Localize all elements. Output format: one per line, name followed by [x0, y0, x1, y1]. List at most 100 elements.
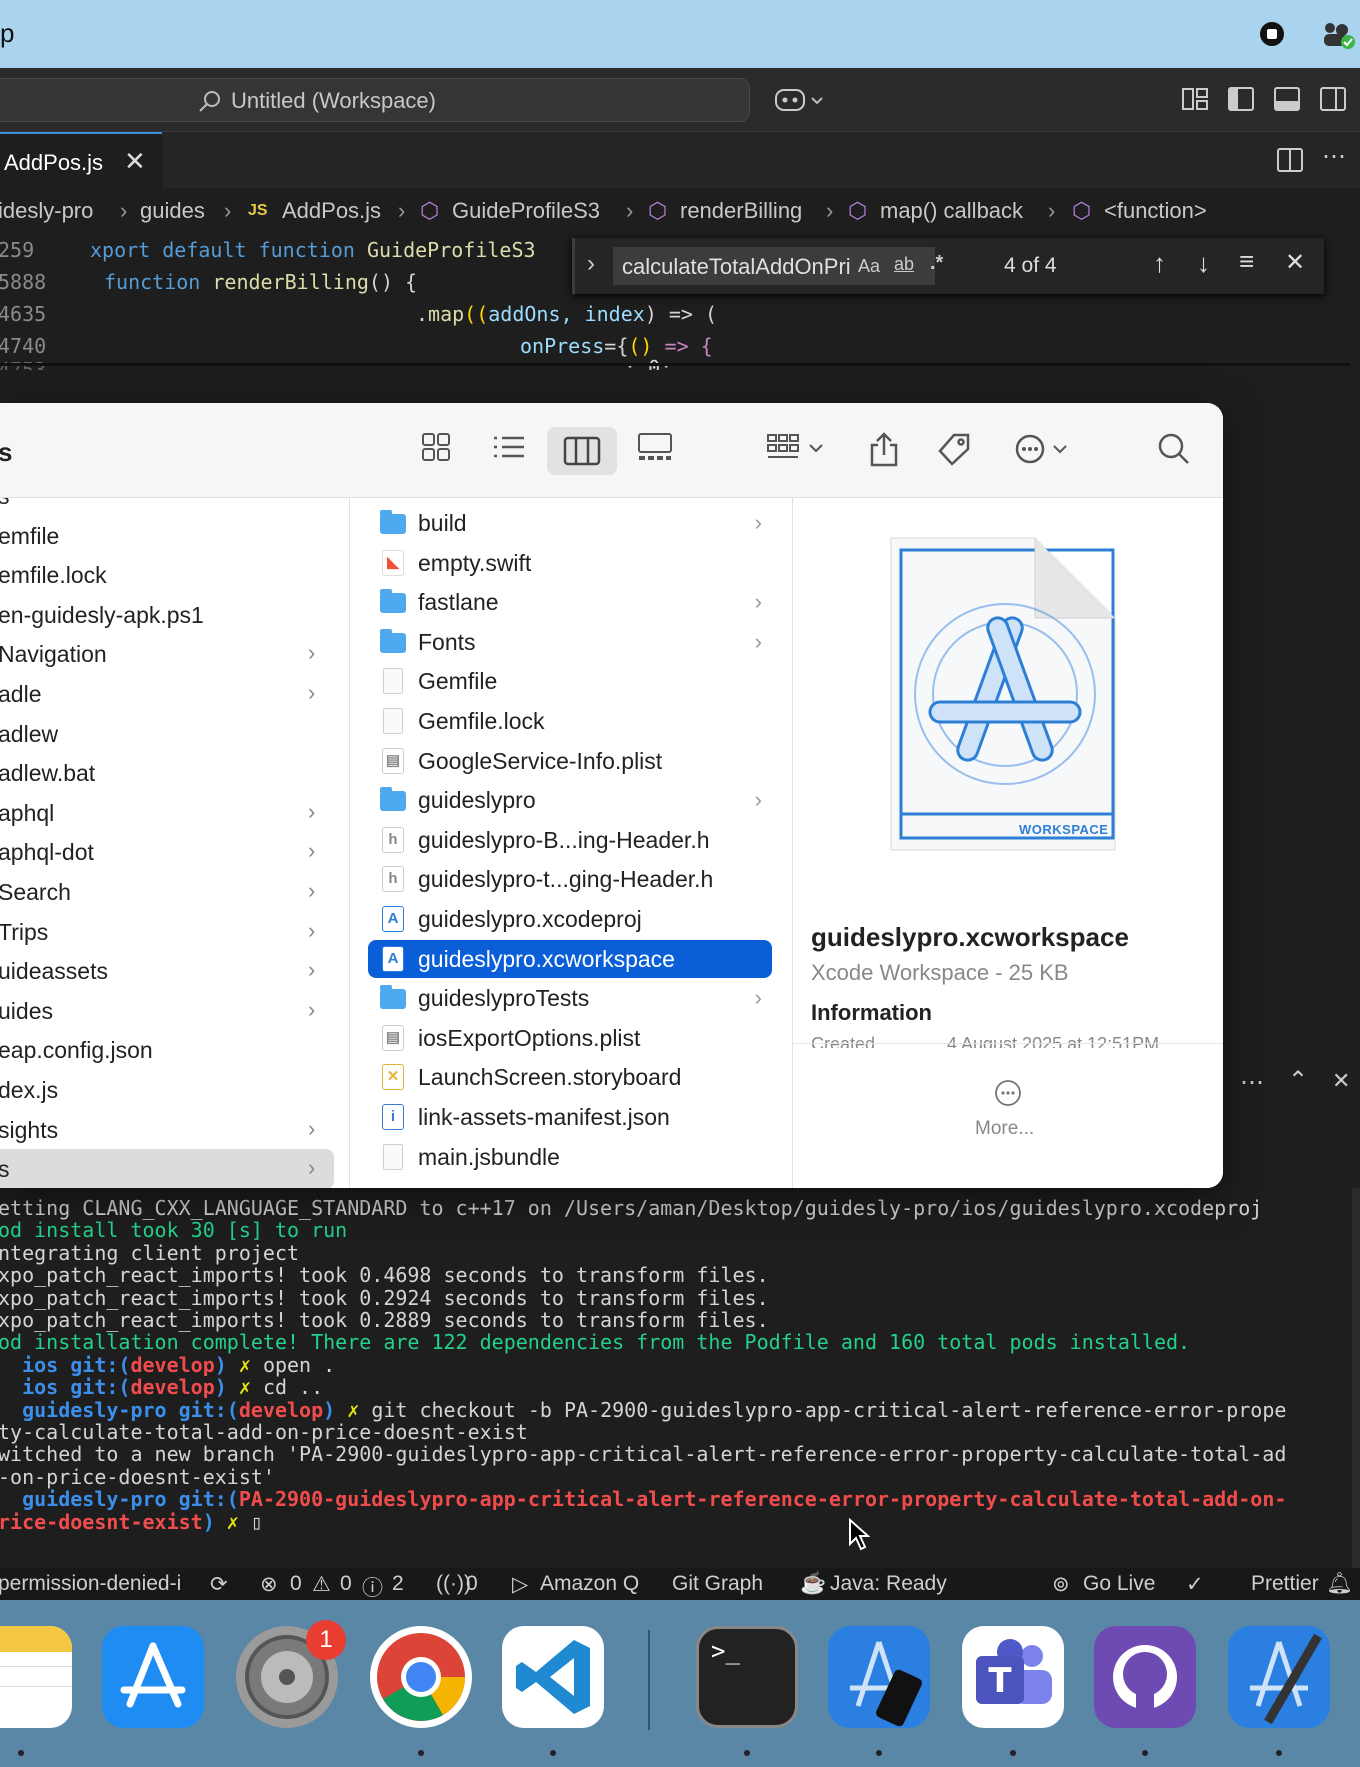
gallery-view-icon[interactable] [636, 431, 674, 471]
dock-notes-app[interactable] [0, 1626, 72, 1728]
dock-terminal-app[interactable]: >_ [696, 1626, 798, 1728]
match-case-toggle[interactable]: Aa [858, 256, 880, 277]
close-icon[interactable]: ✕ [124, 146, 146, 177]
finder-list-item[interactable]: adlew [0, 714, 349, 754]
finder-list-item[interactable]: adlew.bat [0, 753, 349, 793]
find-input[interactable]: calculateTotalAddOnPri Aa ab .* [613, 247, 943, 285]
finder-list-item[interactable]: dex.js [0, 1070, 349, 1110]
finder-list-item[interactable]: i link-assets-manifest.json [368, 1098, 772, 1136]
dock-github-desktop-app[interactable] [1094, 1626, 1196, 1728]
finder-list-item[interactable]: Gemfile.lock [368, 702, 772, 740]
finder-list-item[interactable]: h guideslypro-t...ging-Header.h [368, 860, 772, 898]
breadcrumb-item[interactable]: AddPos.js [282, 198, 381, 224]
dock-app-store-app[interactable] [102, 1626, 204, 1728]
dock-chrome-app[interactable] [370, 1626, 472, 1728]
finder-list-item[interactable]: h guideslypro-B...ing-Header.h [368, 821, 772, 859]
amazon-q-status[interactable]: Amazon Q [540, 1572, 639, 1596]
finder-list-item[interactable]: ▤ GoogleService-Info.plist [368, 742, 772, 780]
finder-list-item[interactable]: ▤ iosExportOptions.plist [368, 1019, 772, 1057]
finder-list-item[interactable]: adle › [0, 674, 349, 714]
previous-match-arrow-icon[interactable]: ↑ [1153, 248, 1166, 279]
customize-layout-icon[interactable] [1180, 84, 1212, 116]
finder-list-item[interactable]: Aguideslypro.xcodeproj [368, 900, 772, 938]
dock-teams-app[interactable]: T [962, 1626, 1064, 1728]
copilot-icon[interactable] [774, 84, 830, 116]
maximize-panel-chevron-up-icon[interactable]: ⌃ [1288, 1066, 1308, 1095]
toggle-primary-sidebar-icon[interactable] [1226, 84, 1258, 116]
list-view-icon[interactable] [492, 431, 526, 471]
finder-list-item[interactable]: build › [368, 504, 772, 542]
finder-list-item[interactable]: ✕ LaunchScreen.storyboard [368, 1058, 772, 1096]
breadcrumb-item[interactable]: <function> [1104, 198, 1207, 224]
teams-status-icon[interactable] [1320, 20, 1356, 49]
icon-view-icon[interactable] [420, 431, 452, 471]
breadcrumb-item[interactable]: renderBilling [680, 198, 802, 224]
command-center[interactable]: Untitled (Workspace) [0, 78, 750, 122]
warning-count[interactable]: 0 [340, 1572, 352, 1596]
finder-list-item[interactable]: fastlane › [368, 583, 772, 621]
finder-list-item[interactable]: Trips › [0, 912, 349, 952]
finder-list-item[interactable]: Gemfile [368, 662, 772, 700]
toggle-panel-icon[interactable] [1272, 84, 1304, 116]
finder-list-item[interactable]: guideslyproTests › [368, 979, 772, 1017]
breadcrumb-item[interactable]: idesly-pro [0, 198, 93, 224]
tab-addpos-js[interactable]: AddPos.js ✕ [0, 132, 162, 188]
whole-word-toggle[interactable]: ab [894, 254, 914, 275]
code-editor[interactable]: 259 5888 4635 4740 4753 xport default fu… [0, 230, 1360, 370]
finder-list-item[interactable]: aphql › [0, 793, 349, 833]
more-button[interactable]: More... [793, 1043, 1223, 1188]
breadcrumb-item[interactable]: guides [140, 198, 205, 224]
go-live-button[interactable]: Go Live [1083, 1572, 1155, 1596]
finder-list-item[interactable]: uides › [0, 991, 349, 1031]
finder-list-item[interactable]: main.jsbundle [368, 1138, 772, 1176]
more-actions-icon[interactable]: ⋯ [1240, 1068, 1264, 1097]
more-actions-icon[interactable] [1014, 431, 1074, 471]
finder-list-item[interactable]: aphql-dot › [0, 832, 349, 872]
find-in-selection-icon[interactable]: ≡ [1239, 246, 1254, 277]
ports-count[interactable]: 0 [466, 1572, 478, 1596]
search-icon[interactable] [1156, 431, 1192, 471]
toggle-secondary-sidebar-icon[interactable] [1318, 84, 1350, 116]
recording-icon[interactable] [1258, 20, 1286, 48]
breadcrumb-item[interactable]: GuideProfileS3 [452, 198, 600, 224]
branch-name[interactable]: permission-denied-i [0, 1572, 181, 1596]
sync-icon[interactable]: ⟳ [210, 1572, 228, 1597]
more-actions-icon[interactable]: ⋯ [1322, 142, 1346, 171]
group-by-icon[interactable] [766, 431, 830, 471]
finder-list-item[interactable]: s [0, 498, 349, 516]
error-count[interactable]: 0 [290, 1572, 302, 1596]
finder-list-item[interactable]: s› [0, 1149, 334, 1188]
info-count[interactable]: 2 [392, 1572, 404, 1596]
finder-list-item[interactable]: guideslypro › [368, 781, 772, 819]
notifications-bell-icon[interactable]: 🔔︎ [1326, 1572, 1353, 1596]
finder-list-item[interactable]: eap.config.json [0, 1030, 349, 1070]
dock-xcode-app[interactable] [1228, 1626, 1330, 1728]
finder-list-item[interactable]: Navigation › [0, 634, 349, 674]
close-icon[interactable]: ✕ [1285, 248, 1305, 277]
java-status[interactable]: Java: Ready [830, 1572, 947, 1596]
breadcrumb-item[interactable]: map() callback [880, 198, 1023, 224]
share-icon[interactable] [868, 431, 900, 471]
finder-list-item[interactable]: Search › [0, 872, 349, 912]
close-icon[interactable]: ✕ [1332, 1068, 1350, 1094]
split-editor-icon[interactable] [1276, 146, 1304, 179]
app-name[interactable]: p [0, 18, 14, 49]
terminal-scrollbar[interactable] [1352, 1188, 1360, 1568]
prettier-button[interactable]: Prettier [1251, 1572, 1319, 1596]
finder-list-item[interactable]: emfile.lock [0, 555, 349, 595]
column-view-button[interactable] [547, 427, 617, 475]
git-graph-button[interactable]: Git Graph [672, 1572, 763, 1596]
next-match-arrow-icon[interactable]: ↓ [1197, 248, 1210, 279]
finder-list-item[interactable]: uideassets › [0, 951, 349, 991]
finder-list-item-selected[interactable]: Aguideslypro.xcworkspace [368, 939, 772, 978]
toggle-replace-chevron-icon[interactable]: › [587, 250, 595, 278]
dock-simulator-app[interactable] [828, 1626, 930, 1728]
finder-list-item[interactable]: en-guidesly-apk.ps1 [0, 595, 349, 635]
finder-list-item[interactable]: ◣ empty.swift [368, 544, 772, 582]
finder-list-item[interactable]: emfile [0, 516, 349, 556]
finder-list-item[interactable]: sights › [0, 1110, 349, 1150]
regex-toggle[interactable]: .* [930, 252, 943, 275]
tag-icon[interactable] [936, 431, 972, 471]
finder-list-item[interactable]: Fonts › [368, 623, 772, 661]
terminal[interactable]: etting CLANG_CXX_LANGUAGE_STANDARD to c+… [0, 1188, 1360, 1568]
